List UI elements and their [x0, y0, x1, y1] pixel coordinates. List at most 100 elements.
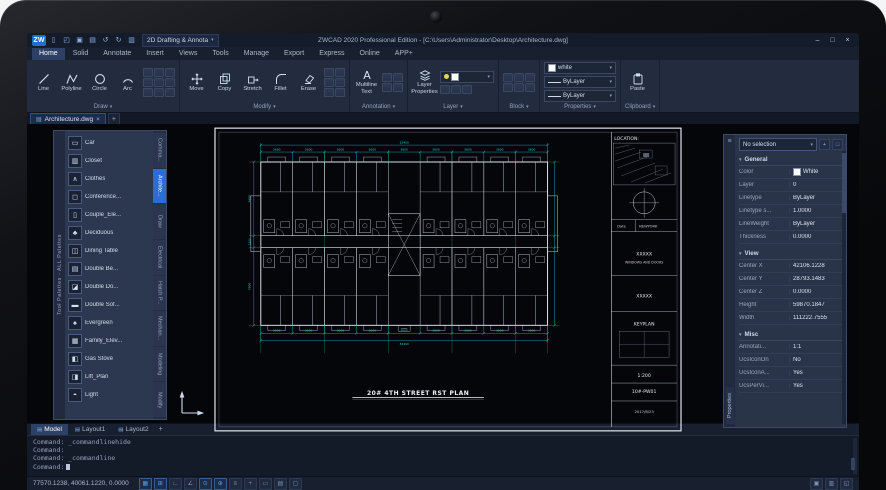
draw-mini-icon[interactable]	[143, 78, 153, 87]
copy-button[interactable]: Copy	[212, 68, 237, 96]
block-mini-icon[interactable]	[514, 73, 524, 82]
drawing-sheet[interactable]: 3600 3600 3600 3600 3600 3600 3600 3600 …	[213, 126, 683, 433]
annotation-scale-icon[interactable]: ▤	[274, 478, 287, 490]
palette-tab-electrical[interactable]: Electrical	[153, 240, 166, 275]
palette-item-closet[interactable]: ▥Closet	[67, 152, 151, 170]
properties-scrollbar[interactable]	[842, 151, 846, 424]
tab-annotate[interactable]: Annotate	[96, 48, 138, 60]
tab-app-plus[interactable]: APP+	[388, 48, 420, 60]
tab-solid[interactable]: Solid	[66, 48, 96, 60]
lineweight-dropdown[interactable]: ByLayer ▾	[544, 76, 616, 88]
annotation-panel-label[interactable]: Annotation ▾	[354, 102, 403, 112]
command-line-panel[interactable]: Command: _commandlinehide Command: Comma…	[27, 435, 859, 476]
annotation-mini-icon[interactable]	[393, 83, 403, 92]
property-value[interactable]: 0.0000	[790, 234, 843, 240]
new-tab-button[interactable]: +	[108, 113, 120, 124]
drawing-canvas[interactable]: 3600 3600 3600 3600 3600 3600 3600 3600 …	[27, 124, 859, 423]
palette-item-clothes[interactable]: ∧Clothes	[67, 170, 151, 188]
clean-screen-icon[interactable]: ▢	[289, 478, 302, 490]
palette-item-conference[interactable]: ◻Conference...	[67, 188, 151, 206]
palette-item-dining-table[interactable]: ◫Dining Table	[67, 242, 151, 260]
property-value[interactable]: 42106.1228	[790, 263, 843, 269]
palette-item-light[interactable]: ◓Light	[67, 386, 151, 404]
layer-mini-icon[interactable]	[451, 85, 461, 94]
property-value[interactable]: 0.0000	[790, 289, 843, 295]
modify-mini-icon[interactable]	[335, 78, 345, 87]
property-value[interactable]: Yes	[790, 370, 843, 376]
palette-item-double-sofa[interactable]: ▬Double Sof...	[67, 296, 151, 314]
layer-mini-icon[interactable]	[462, 85, 472, 94]
palette-tab-mechanical[interactable]: Mechan...	[153, 311, 166, 346]
paste-button[interactable]: Paste	[625, 68, 650, 96]
palette-tab-modeling[interactable]: Modeling	[153, 347, 166, 382]
tab-manage[interactable]: Manage	[237, 48, 276, 60]
section-general[interactable]: ▾ General	[739, 154, 843, 166]
tab-express[interactable]: Express	[312, 48, 351, 60]
tool-palette-title-strip[interactable]: Tool Palettes - ALL Palettes	[54, 131, 65, 419]
palette-item-lift-plan[interactable]: ◨Lift_Plan	[67, 368, 151, 386]
property-value[interactable]: 59870.1847	[790, 302, 843, 308]
property-value[interactable]: 1.0000	[790, 208, 843, 214]
close-button[interactable]: ×	[841, 35, 854, 45]
block-panel-label[interactable]: Block ▾	[503, 102, 535, 112]
modify-mini-icon[interactable]	[335, 68, 345, 77]
modify-mini-icon[interactable]	[335, 88, 345, 97]
zwcad-logo[interactable]: ZW	[32, 35, 46, 46]
layer-mini-icon[interactable]	[440, 85, 450, 94]
scrollbar-thumb[interactable]	[851, 458, 855, 470]
draw-mini-icon[interactable]	[165, 68, 175, 77]
palette-item-gas-stove[interactable]: ◧Gas Stove	[67, 350, 151, 368]
selection-dropdown[interactable]: No selection ▾	[739, 138, 817, 151]
layer-panel-label[interactable]: Layer ▾	[412, 102, 494, 112]
properties-panel-strip[interactable]: ≡ Properties	[724, 135, 735, 427]
block-mini-icon[interactable]	[503, 83, 513, 92]
property-value[interactable]: 1:1	[790, 344, 843, 350]
add-layout-button[interactable]: +	[156, 426, 166, 433]
property-value[interactable]: 0	[790, 182, 843, 188]
palette-item-double-bed[interactable]: ▤Double Be...	[67, 260, 151, 278]
object-snap-icon[interactable]: ⊙	[199, 478, 212, 490]
palette-tab-architecture[interactable]: Archite...	[153, 169, 166, 204]
palette-tab-hatch[interactable]: Hatch P...	[153, 276, 166, 311]
snap-icon[interactable]: ⊞	[154, 478, 167, 490]
pick-icon[interactable]: □	[832, 139, 843, 150]
draw-mini-icon[interactable]	[154, 88, 164, 97]
property-value[interactable]: ByLayer	[790, 195, 843, 201]
quick-select-icon[interactable]: +	[819, 139, 830, 150]
workspace-selector[interactable]: 2D Drafting & Annota ▾	[142, 34, 219, 47]
modify-mini-icon[interactable]	[324, 88, 334, 97]
polyline-button[interactable]: Polyline	[59, 68, 84, 96]
palette-tab-draw[interactable]: Draw	[153, 204, 166, 239]
property-value[interactable]: White	[790, 168, 843, 176]
modify-mini-icon[interactable]	[324, 78, 334, 87]
object-track-icon[interactable]: ⊕	[214, 478, 227, 490]
new-file-icon[interactable]: ▯	[48, 35, 59, 46]
undo-icon[interactable]: ↺	[100, 35, 111, 46]
stretch-button[interactable]: Stretch	[240, 68, 265, 96]
palette-tab-command[interactable]: Comma...	[153, 133, 166, 168]
workspace-switch-icon[interactable]: ▣	[810, 478, 823, 490]
section-misc[interactable]: ▾ Misc	[739, 329, 843, 341]
fullscreen-icon[interactable]: ◱	[840, 478, 853, 490]
move-button[interactable]: Move	[184, 68, 209, 96]
display-settings-icon[interactable]: ▥	[825, 478, 838, 490]
layer-properties-button[interactable]: Layer Properties	[412, 68, 437, 96]
modify-mini-icon[interactable]	[324, 68, 334, 77]
tab-layout2[interactable]: ▤ Layout2	[112, 424, 154, 435]
annotation-mini-icon[interactable]	[382, 83, 392, 92]
annotation-mini-icon[interactable]	[382, 73, 392, 82]
draw-mini-icon[interactable]	[154, 78, 164, 87]
tab-layout1[interactable]: ▤ Layout1	[69, 424, 111, 435]
block-mini-icon[interactable]	[503, 73, 513, 82]
line-button[interactable]: Line	[31, 68, 56, 96]
annotation-mini-icon[interactable]	[393, 73, 403, 82]
model-space-icon[interactable]: ▭	[259, 478, 272, 490]
multiline-text-button[interactable]: A Multiline Text	[354, 68, 379, 96]
palette-item-family-elev[interactable]: ▦Family_Elev...	[67, 332, 151, 350]
ortho-icon[interactable]: ∟	[169, 478, 182, 490]
draw-panel-label[interactable]: Draw ▾	[31, 102, 175, 112]
command-prompt[interactable]: Command:	[33, 463, 849, 471]
scrollbar-thumb[interactable]	[842, 153, 846, 213]
tab-model[interactable]: ▤ Model	[31, 424, 68, 435]
redo-icon[interactable]: ↻	[113, 35, 124, 46]
